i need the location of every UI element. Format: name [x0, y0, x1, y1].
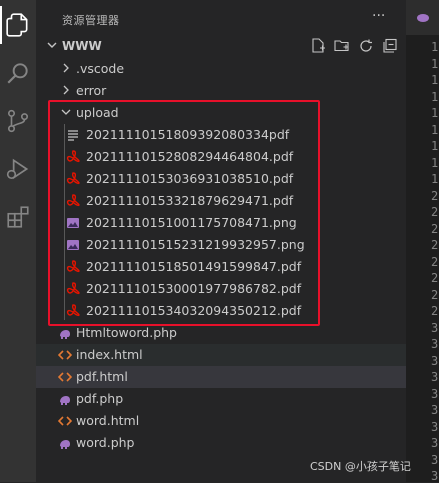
- html-icon: [57, 414, 73, 428]
- editor-area: 1 1 1 1 1 1 1 1 1 2 2 2 2 2 2 2 2 3 3 3 3 3 3 3 3 3 3: [406, 0, 439, 483]
- line-number: 3: [431, 320, 439, 335]
- file-label: word.php: [76, 435, 135, 450]
- explorer-sidebar: 资源管理器 ··· WWW .vscode error upload 20211…: [36, 0, 406, 482]
- line-number: 1: [431, 40, 439, 54]
- new-file-icon[interactable]: [310, 38, 328, 56]
- folder-label: error: [76, 83, 107, 98]
- folder-vscode[interactable]: .vscode: [36, 58, 406, 80]
- file-row[interactable]: pdf.html: [36, 366, 406, 388]
- file-row[interactable]: pdf.php: [36, 388, 406, 410]
- line-number: 3: [431, 419, 439, 434]
- new-folder-icon[interactable]: [334, 38, 352, 56]
- file-label: word.html: [76, 413, 140, 428]
- file-row[interactable]: index.html: [36, 344, 406, 366]
- line-number: 1: [431, 89, 439, 104]
- watermark: CSDN @小孩子笔记: [310, 460, 411, 473]
- php-icon: [58, 326, 72, 340]
- file-label: Htmltoword.php: [76, 325, 177, 340]
- line-number: 2: [431, 221, 439, 236]
- more-actions-icon[interactable]: ···: [372, 8, 385, 24]
- refresh-icon[interactable]: [358, 38, 376, 56]
- extensions-icon[interactable]: [5, 204, 31, 230]
- line-number: 3: [431, 386, 439, 401]
- line-number: 3: [431, 436, 439, 450]
- search-icon[interactable]: [5, 60, 31, 86]
- line-number: 1: [431, 106, 439, 120]
- line-number: 2: [431, 205, 439, 219]
- line-number: 3: [431, 469, 439, 483]
- file-label: pdf.html: [76, 369, 128, 384]
- line-number: 2: [431, 304, 439, 318]
- line-number: 1: [431, 172, 439, 186]
- line-number: 1: [431, 139, 439, 153]
- run-debug-icon[interactable]: [5, 156, 31, 182]
- file-row[interactable]: word.php: [36, 432, 406, 454]
- folder-error[interactable]: error: [36, 80, 406, 102]
- workspace-root[interactable]: WWW: [36, 36, 406, 58]
- chevron-down-icon: [46, 39, 58, 54]
- file-label: index.html: [76, 347, 143, 362]
- line-number: 1: [431, 56, 439, 71]
- line-number: 1: [431, 122, 439, 137]
- sidebar-title: 资源管理器: [62, 14, 120, 27]
- line-number: 2: [431, 188, 439, 203]
- line-number: 3: [431, 452, 439, 467]
- line-number: 1: [431, 73, 439, 87]
- collapse-all-icon[interactable]: [382, 38, 400, 56]
- workspace-root-label: WWW: [62, 39, 102, 53]
- line-number: 2: [431, 271, 439, 285]
- chevron-right-icon: [60, 84, 74, 98]
- php-icon: [417, 14, 429, 22]
- folder-label: .vscode: [76, 61, 125, 76]
- line-number: 3: [431, 337, 439, 351]
- file-row[interactable]: word.html: [36, 410, 406, 432]
- line-number: 3: [431, 370, 439, 384]
- editor-tab[interactable]: [406, 0, 439, 35]
- highlight-box: [48, 100, 320, 326]
- explorer-icon[interactable]: [0, 6, 31, 44]
- php-icon: [58, 436, 72, 450]
- line-number: 2: [431, 254, 439, 269]
- html-icon: [57, 370, 73, 384]
- line-number: 3: [431, 403, 439, 417]
- php-icon: [58, 392, 72, 406]
- line-number: 1: [431, 155, 439, 170]
- file-label: pdf.php: [76, 391, 124, 406]
- html-icon: [57, 348, 73, 362]
- line-number: 3: [431, 353, 439, 368]
- chevron-right-icon: [60, 62, 74, 76]
- line-number: 2: [431, 238, 439, 252]
- source-control-icon[interactable]: [5, 108, 31, 134]
- line-number: 2: [431, 287, 439, 302]
- activity-bar: [0, 0, 36, 482]
